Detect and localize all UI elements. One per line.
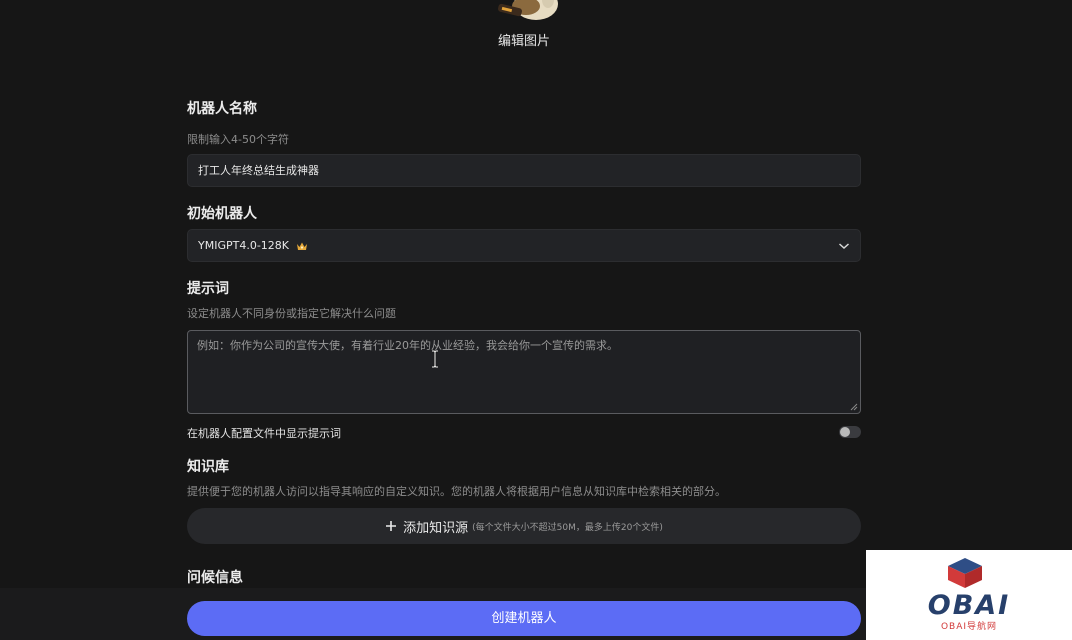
show-prompt-label: 在机器人配置文件中显示提示词 bbox=[187, 427, 341, 440]
prompt-placeholder: 例如：你作为公司的宣传大使，有着行业20年的从业经验，我会给你一个宣传的需求。 bbox=[197, 339, 618, 352]
create-bot-button[interactable]: 创建机器人 bbox=[187, 601, 861, 636]
add-knowledge-button[interactable]: 添加知识源 (每个文件大小不超过50M，最多上传20个文件) bbox=[187, 508, 861, 544]
base-bot-select[interactable]: YMIGPT4.0-128K bbox=[187, 229, 861, 262]
show-prompt-toggle[interactable] bbox=[839, 426, 861, 438]
watermark-logo: OBAI OBAI导航网 bbox=[866, 550, 1072, 640]
greeting-label: 问候信息 bbox=[187, 570, 243, 586]
toggle-knob bbox=[840, 427, 850, 437]
resize-grip-icon[interactable] bbox=[850, 403, 858, 411]
add-knowledge-label: 添加知识源 bbox=[403, 520, 469, 536]
watermark-sub-text: OBAI导航网 bbox=[940, 622, 998, 632]
cube-logo-icon bbox=[948, 558, 982, 588]
add-knowledge-note: (每个文件大小不超过50M，最多上传20个文件) bbox=[472, 522, 663, 533]
text-cursor-icon bbox=[432, 350, 438, 368]
base-bot-label: 初始机器人 bbox=[187, 206, 257, 222]
bot-name-input[interactable]: 打工人年终总结生成神器 bbox=[187, 154, 861, 187]
prompt-hint: 设定机器人不同身份或指定它解决什么问题 bbox=[187, 307, 396, 320]
bot-name-label: 机器人名称 bbox=[187, 101, 257, 117]
crown-icon bbox=[296, 242, 307, 250]
watermark-logo-text: OBAI bbox=[927, 590, 1011, 621]
prompt-textarea[interactable]: 例如：你作为公司的宣传大使，有着行业20年的从业经验，我会给你一个宣传的需求。 bbox=[187, 330, 861, 414]
bot-name-hint: 限制输入4-50个字符 bbox=[187, 133, 289, 146]
edit-image-link[interactable]: 编辑图片 bbox=[0, 30, 1048, 49]
bot-avatar[interactable] bbox=[490, 0, 560, 20]
plus-icon bbox=[386, 521, 397, 531]
avatar-image bbox=[498, 0, 558, 20]
knowledge-label: 知识库 bbox=[187, 459, 229, 475]
base-bot-selected: YMIGPT4.0-128K bbox=[198, 239, 290, 252]
prompt-label: 提示词 bbox=[187, 281, 229, 297]
bot-name-value: 打工人年终总结生成神器 bbox=[198, 164, 319, 177]
knowledge-hint: 提供便于您的机器人访问以指导其响应的自定义知识。您的机器人将根据用户信息从知识库… bbox=[187, 485, 726, 498]
chevron-down-icon bbox=[839, 243, 849, 250]
